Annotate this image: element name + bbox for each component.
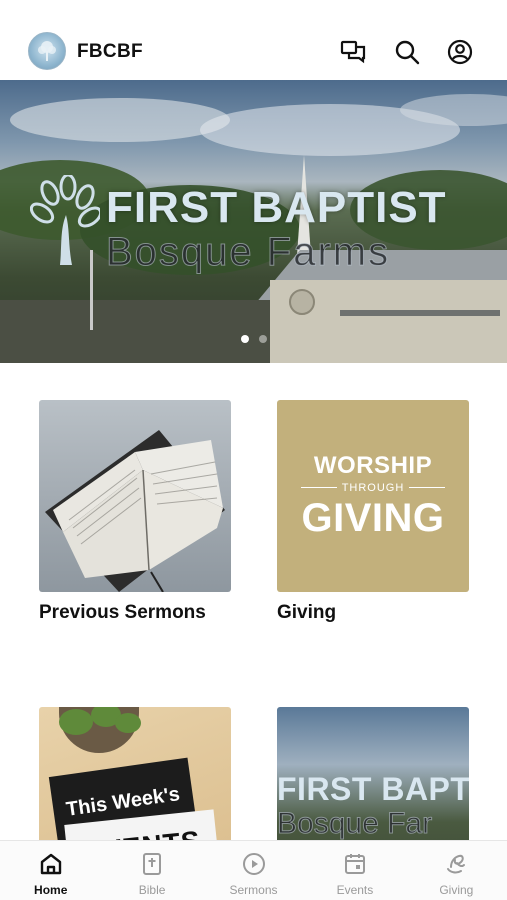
church-logo[interactable] [28,32,66,70]
bible-icon [138,850,166,878]
nav-sermons[interactable]: Sermons [203,841,304,900]
app-header: FBCBF [0,0,507,80]
nav-home[interactable]: Home [0,841,101,900]
hero-subtitle: Bosque Farms [105,230,391,275]
giving-image-text: GIVING [301,495,445,540]
giving-icon [442,850,470,878]
chat-icon[interactable] [339,38,367,66]
hero-carousel[interactable]: FIRST BAPTIST Bosque Farms [0,80,507,363]
nav-label: Home [34,883,68,897]
carousel-dot-active[interactable] [240,335,249,343]
nav-events[interactable]: Events [304,841,405,900]
worship-through-giving-image: WORSHIP THROUGH GIVING [277,400,469,592]
nav-giving[interactable]: Giving [406,841,507,900]
card-label: Giving [277,602,337,623]
plant-leaf [59,709,93,735]
carousel-indicator [0,335,507,343]
app-title: FBCBF [77,41,143,62]
hero-title: FIRST BAPTIST [106,183,447,232]
nav-label: Events [336,883,374,897]
home-icon [37,850,65,878]
open-bible-image [39,400,231,592]
plant-leaf [115,713,141,733]
carousel-dot[interactable] [258,335,267,343]
card-previous-sermons[interactable]: Previous Sermons [39,400,231,624]
tree-icon [38,41,56,61]
play-circle-icon [240,850,268,878]
card-label: Previous Sermons [39,602,206,623]
account-icon[interactable] [446,38,474,66]
tree-logo-icon [30,175,100,265]
giving-image-text: WORSHIP [313,451,433,479]
card-giving[interactable]: WORSHIP THROUGH GIVING Giving [277,400,469,624]
bottom-nav: Home Bible Sermons Events Giving [0,840,507,900]
nav-label: Giving [439,883,474,897]
giving-image-subline: THROUGH [300,481,446,494]
search-icon[interactable] [393,38,421,66]
nav-label: Sermons [229,883,278,897]
church-image-subtitle: Bosque Far [277,807,433,841]
nav-bible[interactable]: Bible [101,841,202,900]
nav-label: Bible [138,883,166,897]
calendar-icon [341,850,369,878]
giving-image-text: THROUGH [341,481,405,494]
church-image-title: FIRST BAPT [277,771,469,807]
